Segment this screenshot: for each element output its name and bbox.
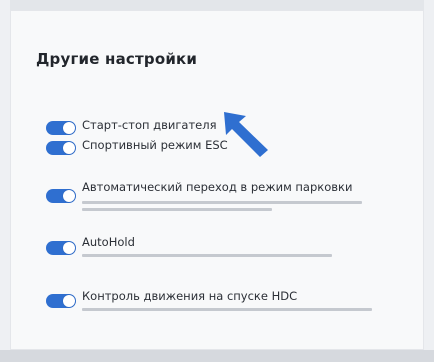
top-strip (10, 0, 424, 10)
auto-park-toggle[interactable] (46, 189, 76, 203)
setting-label: Старт-стоп двигателя (82, 118, 217, 132)
toggle-knob (63, 295, 75, 307)
setting-description-line (82, 308, 372, 311)
start-stop-toggle[interactable] (46, 121, 76, 135)
setting-label: Спортивный режим ESC (82, 138, 228, 152)
setting-label: Контроль движения на спуске HDC (82, 289, 298, 303)
setting-label: AutoHold (82, 235, 135, 249)
pointer-arrow-icon (224, 112, 268, 157)
toggle-knob (63, 122, 75, 134)
sport-esc-toggle[interactable] (46, 141, 76, 155)
setting-description-line (82, 254, 332, 257)
toggle-knob (63, 190, 75, 202)
autohold-toggle[interactable] (46, 241, 76, 255)
section-title: Другие настройки (36, 50, 198, 68)
bottom-strip (0, 350, 434, 362)
hdc-toggle[interactable] (46, 294, 76, 308)
setting-description-line (82, 201, 362, 204)
toggle-knob (63, 242, 75, 254)
setting-label: Автоматический переход в режим парковки (82, 180, 353, 194)
toggle-knob (63, 142, 75, 154)
setting-description-line (82, 208, 272, 211)
